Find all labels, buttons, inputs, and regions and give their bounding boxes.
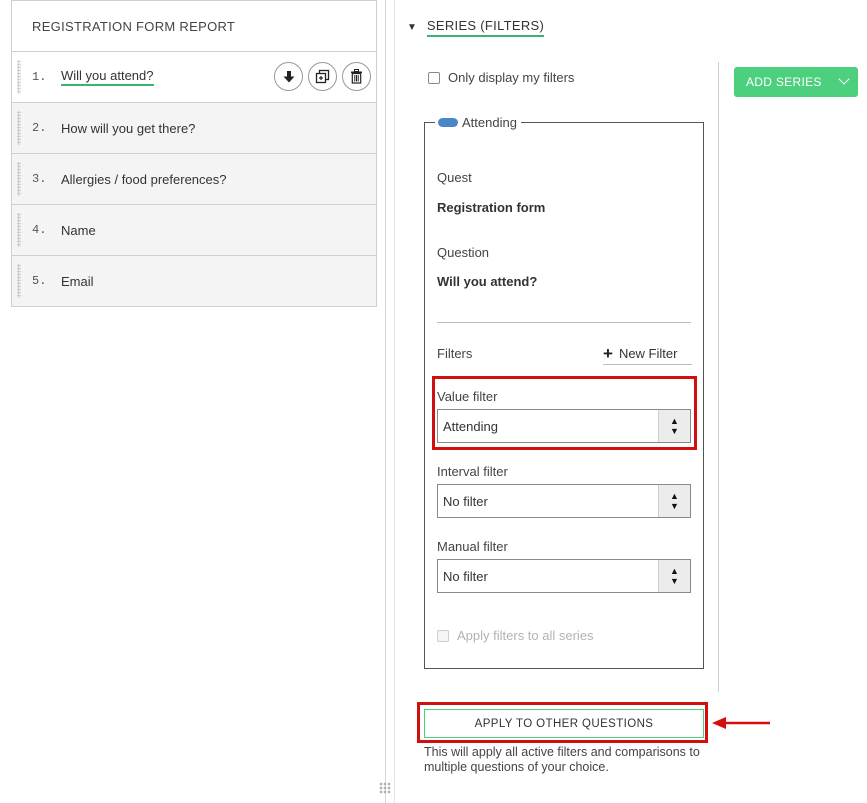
- card-divider: [437, 322, 691, 323]
- select-arrows-icon[interactable]: ▲ ▼: [658, 485, 690, 517]
- panel-divider-inner: [394, 0, 395, 803]
- add-series-label: ADD SERIES: [746, 75, 822, 89]
- question-item-1[interactable]: 1. Will you attend?: [11, 52, 377, 103]
- download-icon: [283, 70, 294, 82]
- apply-all-checkbox[interactable]: [437, 629, 449, 642]
- quest-value: Registration form: [437, 200, 546, 215]
- series-divider: [718, 62, 719, 692]
- apply-all-label: Apply filters to all series: [457, 628, 594, 643]
- interval-filter-label: Interval filter: [437, 464, 508, 479]
- delete-button[interactable]: [342, 62, 371, 91]
- quest-label: Quest: [437, 170, 472, 185]
- red-arrow-icon: [712, 717, 770, 729]
- question-label[interactable]: Allergies / food preferences?: [61, 172, 226, 187]
- collapse-triangle-icon: ▼: [407, 22, 417, 33]
- interval-filter-value: No filter: [443, 493, 488, 509]
- duplicate-button[interactable]: [308, 62, 337, 91]
- question-number: 2.: [32, 121, 47, 135]
- series-section-toggle[interactable]: ▼ SERIES (FILTERS): [407, 18, 545, 37]
- report-title: REGISTRATION FORM REPORT: [11, 0, 377, 52]
- question-item-4[interactable]: 4. Name: [11, 205, 377, 256]
- manual-filter-value: No filter: [443, 568, 488, 584]
- value-filter-highlight: [432, 376, 697, 450]
- drag-handle-icon[interactable]: [17, 60, 21, 94]
- apply-filters-all-series[interactable]: Apply filters to all series: [437, 628, 594, 643]
- series-color-swatch[interactable]: [438, 118, 458, 127]
- drag-handle-icon[interactable]: [17, 264, 21, 298]
- panel-divider[interactable]: [385, 0, 386, 803]
- plus-icon: +: [603, 343, 613, 363]
- select-arrows-icon[interactable]: ▲ ▼: [658, 560, 690, 592]
- question-label[interactable]: Will you attend?: [61, 68, 154, 86]
- new-filter-label: New Filter: [618, 346, 678, 361]
- question-number: 1.: [32, 70, 47, 84]
- drag-handle-icon[interactable]: [17, 213, 21, 247]
- series-section-title: SERIES (FILTERS): [426, 18, 545, 37]
- new-filter-button[interactable]: + New Filter: [603, 343, 692, 365]
- drag-handle-icon[interactable]: [17, 162, 21, 196]
- only-mine-checkbox[interactable]: [428, 71, 440, 84]
- only-display-my-filters[interactable]: Only display my filters: [428, 70, 574, 85]
- series-legend[interactable]: Attending: [435, 115, 521, 130]
- question-number: 3.: [32, 172, 47, 186]
- question-item-3[interactable]: 3. Allergies / food preferences?: [11, 154, 377, 205]
- drag-handle-icon[interactable]: [17, 111, 21, 145]
- interval-filter-select[interactable]: No filter ▲ ▼: [437, 484, 691, 518]
- question-item-2[interactable]: 2. How will you get there?: [11, 103, 377, 154]
- question-label: Question: [437, 245, 490, 260]
- question-list-panel: REGISTRATION FORM REPORT 1. Will you att…: [11, 0, 377, 307]
- trash-icon: [351, 69, 362, 84]
- question-actions: [274, 62, 371, 91]
- duplicate-icon: [315, 69, 330, 84]
- series-name: Attending: [462, 115, 517, 130]
- only-mine-label: Only display my filters: [448, 70, 575, 85]
- add-series-button[interactable]: ADD SERIES: [734, 67, 858, 97]
- manual-filter-select[interactable]: No filter ▲ ▼: [437, 559, 691, 593]
- question-label[interactable]: How will you get there?: [61, 121, 195, 136]
- question-number: 5.: [32, 274, 47, 288]
- filters-label: Filters: [437, 346, 473, 361]
- manual-filter-label: Manual filter: [437, 539, 508, 554]
- resize-handle-icon[interactable]: [379, 782, 391, 794]
- apply-help-text: This will apply all active filters and c…: [424, 745, 700, 774]
- question-item-5[interactable]: 5. Email: [11, 256, 377, 307]
- question-label[interactable]: Email: [61, 274, 94, 289]
- question-label[interactable]: Name: [61, 223, 96, 238]
- question-value: Will you attend?: [437, 274, 538, 289]
- download-button[interactable]: [274, 62, 303, 91]
- question-number: 4.: [32, 223, 47, 237]
- apply-to-other-questions-button[interactable]: APPLY TO OTHER QUESTIONS: [424, 709, 704, 738]
- chevron-down-icon: [838, 73, 850, 85]
